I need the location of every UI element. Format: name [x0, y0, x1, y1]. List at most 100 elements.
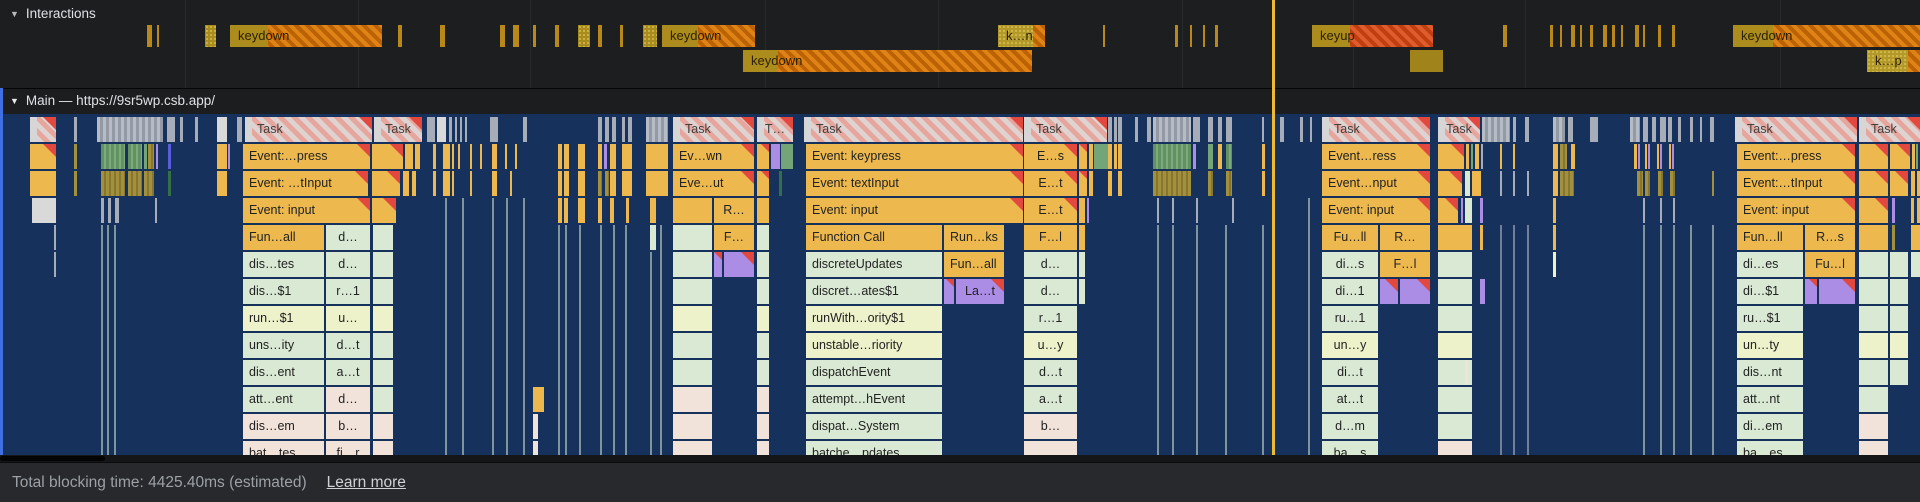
flame-bar[interactable] [1438, 306, 1472, 331]
flame-bar[interactable] [452, 171, 454, 196]
flame-bar[interactable]: La…t [956, 279, 1004, 304]
flame-bar[interactable] [1438, 387, 1472, 412]
flame-bar[interactable] [412, 171, 416, 196]
flame-bar[interactable] [128, 144, 142, 169]
flame-bar[interactable] [1890, 360, 1908, 385]
flame-bar[interactable] [622, 144, 632, 169]
flame-bar[interactable] [1643, 117, 1648, 142]
flame-bar[interactable] [1672, 144, 1674, 169]
flame-bar[interactable] [558, 144, 562, 169]
flame-bar[interactable] [465, 117, 467, 142]
flame-bar[interactable] [1513, 144, 1515, 169]
flame-bar[interactable] [1438, 414, 1472, 439]
flame-bar[interactable] [1553, 225, 1556, 250]
flame-bar[interactable]: F…l [1380, 252, 1430, 277]
flame-bar[interactable] [74, 117, 77, 142]
flame-bar[interactable] [1196, 198, 1198, 223]
task-bar[interactable]: Task [673, 117, 754, 142]
flame-sliver[interactable] [1690, 225, 1692, 455]
flame-bar[interactable] [1193, 144, 1196, 169]
flame-bar[interactable] [510, 171, 512, 196]
flame-bar[interactable] [148, 144, 154, 169]
flame-bar[interactable]: Ev…wn [673, 144, 754, 169]
flame-bar[interactable] [564, 171, 569, 196]
flame-bar[interactable] [1438, 225, 1472, 250]
interactions-track-header[interactable]: ▼ Interactions [10, 6, 96, 21]
flame-bar[interactable] [1280, 117, 1284, 142]
flame-bar[interactable] [1912, 144, 1915, 169]
flame-bar[interactable] [1819, 279, 1855, 304]
interaction-bar[interactable] [513, 25, 519, 47]
flame-bar[interactable] [1859, 225, 1888, 250]
flame-bar[interactable]: dis…nt [1737, 360, 1803, 385]
interaction-bar[interactable]: keydown [662, 25, 755, 47]
flame-bar[interactable]: Fun…all [243, 225, 324, 250]
flame-bar[interactable] [1218, 144, 1222, 169]
interaction-bar[interactable]: keyup [1312, 25, 1433, 47]
flame-bar[interactable] [373, 414, 393, 439]
flame-bar[interactable] [449, 117, 452, 142]
flame-bar[interactable] [1890, 279, 1908, 304]
flame-bar[interactable] [1859, 306, 1888, 331]
flame-bar[interactable] [1892, 198, 1895, 223]
flame-sliver[interactable] [107, 225, 109, 455]
flame-bar[interactable]: attempt…hEvent [806, 387, 942, 412]
flame-bar[interactable]: di…s [1322, 252, 1378, 277]
flame-bar[interactable]: Function Call [806, 225, 942, 250]
flame-bar[interactable] [1553, 198, 1556, 223]
flame-bar[interactable] [97, 117, 163, 142]
flame-bar[interactable] [757, 360, 769, 385]
flame-bar[interactable] [1400, 279, 1430, 304]
flame-bar[interactable] [724, 252, 754, 277]
learn-more-link[interactable]: Learn more [327, 474, 406, 492]
flame-bar[interactable] [1465, 198, 1472, 223]
flame-bar[interactable] [533, 387, 544, 412]
flame-bar[interactable] [217, 171, 227, 196]
flame-bar[interactable] [628, 117, 632, 142]
flame-bar[interactable] [1481, 144, 1483, 169]
task-bar[interactable] [30, 117, 56, 142]
flame-bar[interactable] [373, 225, 393, 250]
flame-bar[interactable] [1590, 117, 1598, 142]
flame-bar[interactable]: d…m [1322, 414, 1378, 439]
flame-bar[interactable] [1859, 171, 1888, 196]
flame-bar[interactable] [1480, 279, 1485, 304]
flame-bar[interactable] [1700, 117, 1702, 142]
interaction-bar[interactable] [500, 25, 505, 47]
flame-sliver[interactable] [558, 225, 560, 455]
flame-bar[interactable] [604, 144, 607, 169]
flame-bar[interactable] [1513, 171, 1515, 196]
interaction-bar[interactable] [147, 25, 152, 47]
flame-bar[interactable] [228, 144, 230, 169]
flame-bar[interactable] [1438, 198, 1458, 223]
flame-bar[interactable] [1087, 198, 1089, 223]
flame-bar[interactable] [1648, 144, 1650, 169]
flame-bar[interactable] [1475, 144, 1479, 169]
flame-bar[interactable] [622, 171, 632, 196]
flame-sliver[interactable] [1527, 225, 1529, 455]
flame-bar[interactable] [771, 144, 780, 169]
flame-bar[interactable] [492, 171, 497, 196]
flame-sliver[interactable] [1643, 225, 1645, 455]
scrollbar-thumb[interactable] [0, 456, 105, 461]
flame-bar[interactable] [944, 279, 954, 304]
flame-bar[interactable] [1079, 144, 1087, 169]
flame-sliver[interactable] [650, 252, 652, 455]
interaction-bar[interactable]: k…n [998, 25, 1045, 47]
flame-bar[interactable] [1560, 171, 1574, 196]
flame-bar[interactable] [1660, 117, 1666, 142]
flame-bar[interactable] [1645, 171, 1650, 196]
flame-bar[interactable] [1465, 360, 1468, 385]
flame-bar[interactable]: a…t [326, 360, 370, 385]
interaction-bar[interactable] [205, 25, 216, 47]
flame-bar[interactable] [1553, 117, 1565, 142]
flame-bar[interactable] [1310, 117, 1312, 142]
flame-bar[interactable] [443, 171, 450, 196]
flame-sliver[interactable] [101, 225, 103, 455]
interaction-bar[interactable] [1643, 25, 1645, 47]
flame-bar[interactable] [757, 198, 769, 223]
flame-bar[interactable] [673, 333, 712, 358]
flame-bar[interactable] [1472, 171, 1481, 196]
flame-bar[interactable] [1226, 144, 1232, 169]
task-bar[interactable]: Task [374, 117, 422, 142]
